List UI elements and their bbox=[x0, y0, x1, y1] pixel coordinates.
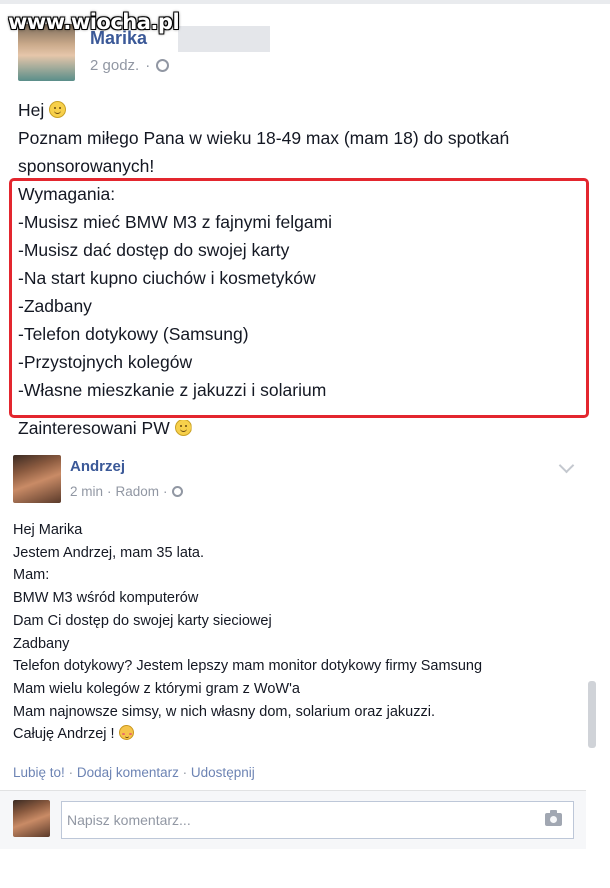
meta-dot: · bbox=[107, 484, 112, 499]
comment-line: Dam Ci dostęp do swojej karty sieciowej bbox=[13, 612, 272, 629]
share-link[interactable]: Udostępnij bbox=[191, 765, 255, 780]
globe-icon[interactable] bbox=[156, 59, 170, 72]
comment-author-avatar[interactable] bbox=[13, 455, 61, 503]
meta-dot: · bbox=[163, 484, 168, 499]
camera-icon[interactable] bbox=[545, 810, 562, 826]
post-actions: Lubię to! · Dodaj komentarz · Udostępnij bbox=[13, 765, 255, 780]
meta-dot: · bbox=[145, 57, 151, 74]
post-greeting: Hej bbox=[18, 100, 45, 120]
comment-body: Hej Marika Jestem Andrzej, mam 35 lata. … bbox=[13, 519, 482, 746]
add-comment-link[interactable]: Dodaj komentarz bbox=[77, 765, 179, 780]
comment-line: Telefon dotykowy? Jestem lepszy mam moni… bbox=[13, 658, 483, 675]
highlight-box bbox=[9, 178, 589, 418]
scrollbar[interactable] bbox=[588, 681, 596, 748]
comment-line: BMW M3 wśród komputerów bbox=[13, 590, 199, 607]
comment-author-name[interactable]: Andrzej bbox=[70, 458, 125, 475]
comment-line: Jestem Andrzej, mam 35 lata. bbox=[13, 544, 204, 561]
globe-icon[interactable] bbox=[171, 486, 183, 497]
comment-line: Mam wielu kolegów z którymi gram z WoW'a bbox=[13, 680, 300, 697]
comment-line: Hej Marika bbox=[13, 522, 83, 538]
top-bar bbox=[0, 0, 610, 4]
comment-line: Całuję Andrzej ! bbox=[13, 726, 115, 743]
comment-line: Mam: bbox=[13, 567, 50, 584]
watermark: www.wiocha.pl bbox=[8, 10, 180, 34]
post-line: Poznam miłego Pana w wieku 18-49 max (ma… bbox=[18, 128, 510, 148]
post-closing-text: Zainteresowani PW bbox=[18, 418, 170, 438]
post-closing: Zainteresowani PW bbox=[18, 418, 192, 442]
blush-smiley-icon bbox=[118, 725, 134, 741]
comment-line: Zadbany bbox=[13, 635, 70, 652]
comment-input[interactable] bbox=[61, 801, 574, 839]
comment-meta: 2 min · Radom · bbox=[70, 484, 183, 499]
post-line: sponsorowanych! bbox=[18, 156, 155, 176]
smiley-icon bbox=[49, 101, 67, 118]
censored-surname bbox=[178, 26, 270, 52]
post-timestamp[interactable]: 2 godz. bbox=[90, 57, 139, 74]
comment-timestamp[interactable]: 2 min bbox=[70, 484, 103, 499]
post-meta: 2 godz. · bbox=[90, 57, 170, 74]
chevron-down-icon[interactable] bbox=[558, 457, 575, 474]
reply-user-avatar bbox=[13, 800, 50, 837]
separator: · bbox=[68, 765, 74, 780]
comment-line: Mam najnowsze simsy, w nich własny dom, … bbox=[13, 703, 435, 720]
separator: · bbox=[182, 765, 188, 780]
like-link[interactable]: Lubię to! bbox=[13, 765, 65, 780]
post-body: Hej Poznam miłego Pana w wieku 18-49 max… bbox=[18, 96, 603, 180]
comment-location[interactable]: Radom bbox=[116, 484, 160, 499]
smiley-icon bbox=[174, 420, 192, 436]
